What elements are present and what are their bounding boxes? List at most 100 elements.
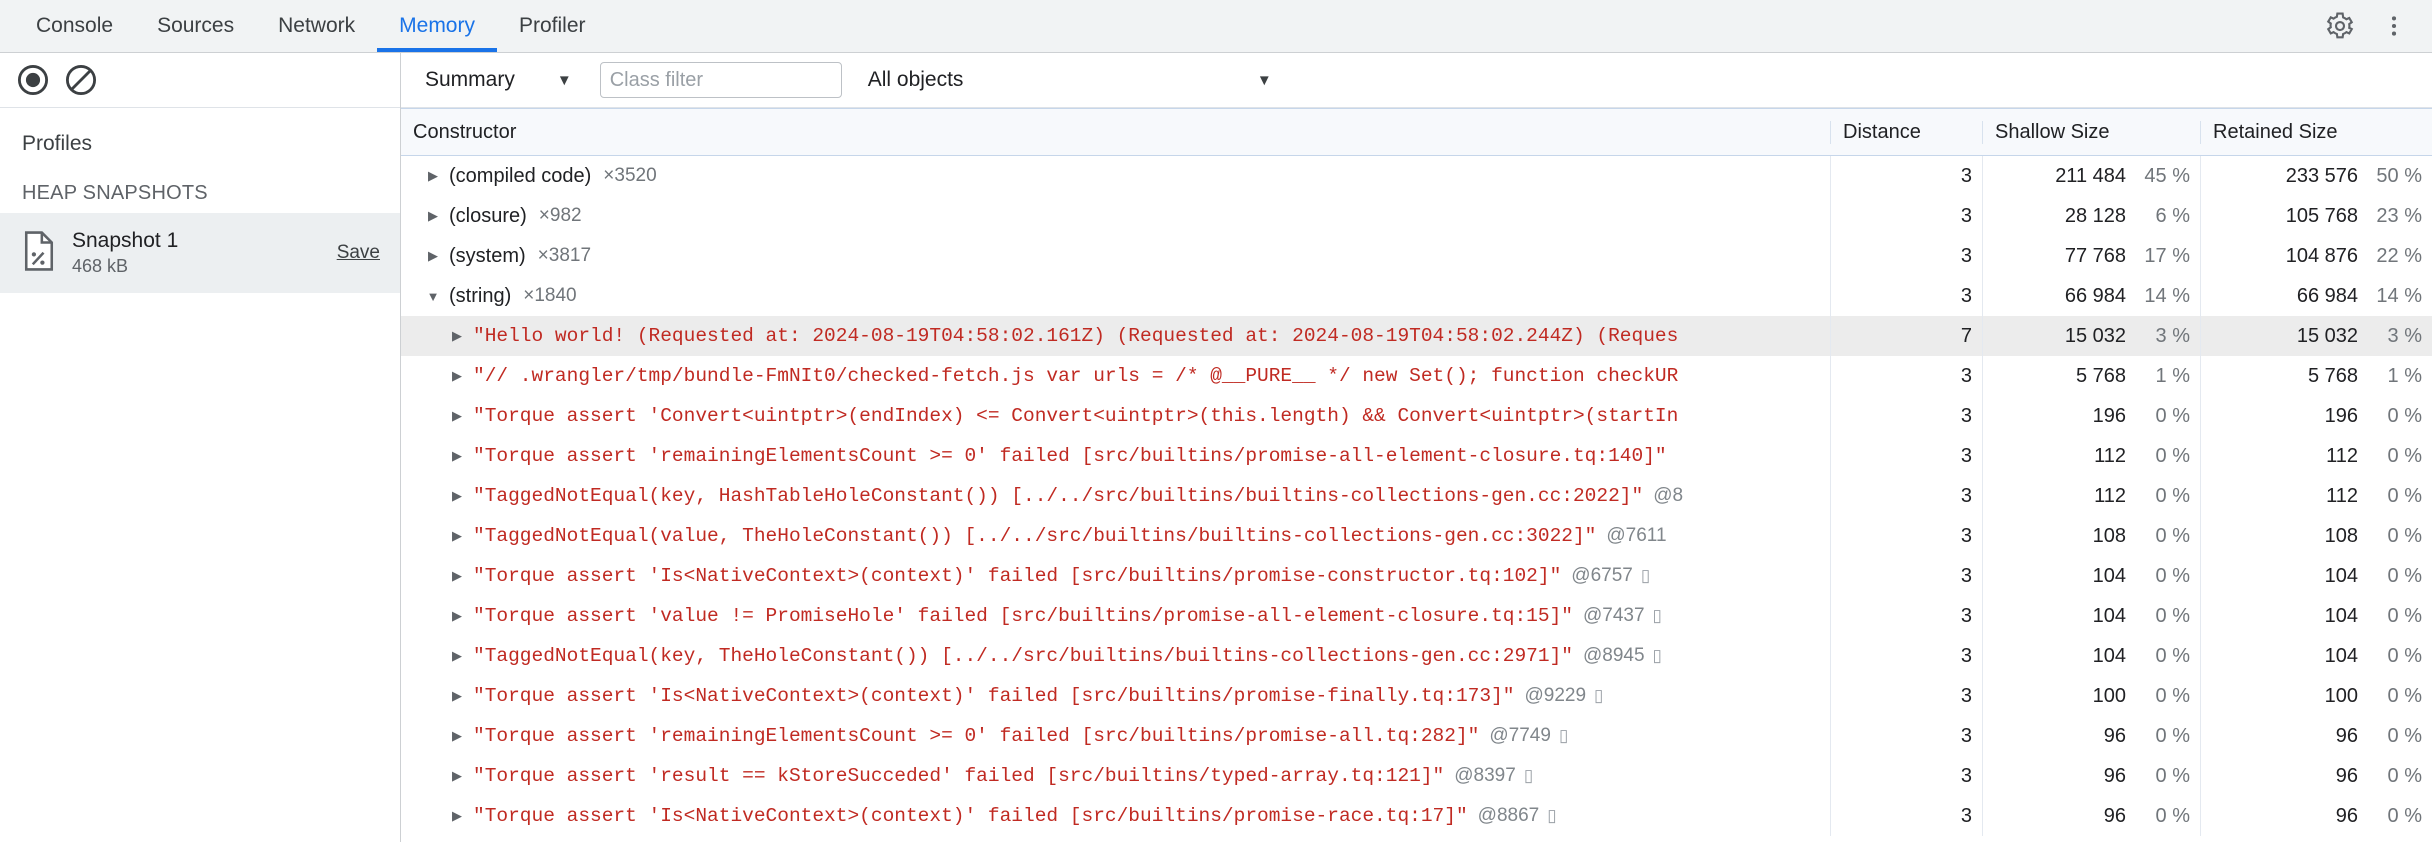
constructor-name: (compiled code) [449,165,591,188]
cell-retained-size: 15 0323 % [2200,316,2432,356]
tab-console[interactable]: Console [14,0,135,52]
chevron-right-icon[interactable]: ▶ [423,168,443,184]
retained-size-value: 108 [2262,525,2358,548]
shallow-size-percent: 0 % [2126,525,2190,548]
shallow-size-value: 96 [2030,725,2126,748]
table-row[interactable]: ▶"Torque assert 'Convert<uintptr>(endInd… [401,396,2432,436]
table-row[interactable]: ▶"Hello world! (Requested at: 2024-08-19… [401,316,2432,356]
shallow-size-value: 104 [2030,645,2126,668]
shallow-size-percent: 17 % [2126,245,2190,268]
chevron-right-icon[interactable]: ▶ [447,648,467,664]
table-row[interactable]: ▶ "TaggedNotEqual(key, TheHoleConstant())… [401,636,2432,676]
sidebar-item-snapshot-1[interactable]: Snapshot 1 468 kB Save [0,213,400,293]
chevron-right-icon[interactable]: ▶ [447,448,467,464]
cell-retained-size: 1040 % [2200,596,2432,636]
chevron-right-icon[interactable]: ▶ [447,808,467,824]
retained-size-percent: 0 % [2358,525,2422,548]
constructor-count: ×1840 [523,285,576,307]
cell-constructor: ▶"Torque assert 'Convert<uintptr>(endInd… [401,396,1830,436]
missing-glyph-box-icon: ▯ [1524,766,1533,786]
tab-network[interactable]: Network [256,0,377,52]
object-id: @8945 [1583,645,1645,667]
cell-shallow-size: 960 % [1982,756,2200,796]
constructor-count: ×3520 [603,165,656,187]
column-header-shallow-size[interactable]: Shallow Size [1982,121,2200,144]
retained-size-value: 112 [2262,485,2358,508]
tab-memory[interactable]: Memory [377,0,497,52]
string-value: "TaggedNotEqual(key, TheHoleConstant()) … [473,645,1573,667]
cell-shallow-size: 1080 % [1982,516,2200,556]
table-row[interactable]: ▶"// .wrangler/tmp/bundle-FmNIt0/checked… [401,356,2432,396]
chevron-right-icon[interactable]: ▶ [447,368,467,384]
shallow-size-percent: 0 % [2126,405,2190,428]
table-row[interactable]: ▶"TaggedNotEqual(key, HashTableHoleConst… [401,476,2432,516]
memory-toolbar: Summary ▼ All objects ▼ [401,53,2432,108]
tab-sources[interactable]: Sources [135,0,256,52]
chevron-right-icon[interactable]: ▶ [447,328,467,344]
retained-size-percent: 0 % [2358,725,2422,748]
table-row[interactable]: ▶(system)×3817377 76817 %104 87622 % [401,236,2432,276]
table-row[interactable]: ▼(string)×1840366 98414 %66 98414 % [401,276,2432,316]
constructor-count: ×982 [539,205,582,227]
chevron-right-icon[interactable]: ▶ [423,248,443,264]
retained-size-value: 100 [2262,685,2358,708]
table-row[interactable]: ▶"Torque assert 'remainingElementsCount … [401,716,2432,756]
shallow-size-value: 96 [2030,765,2126,788]
object-id: @7749 [1489,725,1551,747]
tab-profiler[interactable]: Profiler [497,0,608,52]
cell-shallow-size: 211 48445 % [1982,156,2200,196]
shallow-size-percent: 0 % [2126,725,2190,748]
string-value: "Torque assert 'Is<NativeContext>(contex… [473,805,1468,827]
cell-distance: 3 [1830,436,1982,476]
retained-size-value: 233 576 [2262,165,2358,188]
chevron-right-icon[interactable]: ▶ [447,408,467,424]
cell-retained-size: 105 76823 % [2200,196,2432,236]
object-scope-select[interactable]: All objects ▼ [856,60,1286,100]
table-row[interactable]: ▶"Torque assert 'remainingElementsCount … [401,436,2432,476]
clear-prohibited-icon[interactable] [64,63,98,97]
gear-icon[interactable] [2320,6,2360,46]
chevron-right-icon[interactable]: ▶ [423,208,443,224]
chevron-right-icon[interactable]: ▶ [447,568,467,584]
cell-distance: 3 [1830,596,1982,636]
chevron-down-icon[interactable]: ▼ [423,289,443,304]
table-row[interactable]: ▶"Torque assert 'result == kStoreSuccede… [401,756,2432,796]
chevron-right-icon[interactable]: ▶ [447,728,467,744]
column-header-retained-size[interactable]: Retained Size [2200,121,2432,144]
chevron-right-icon[interactable]: ▶ [447,528,467,544]
cell-constructor: ▶"Torque assert 'remainingElementsCount … [401,716,1830,756]
kebab-menu-icon[interactable] [2374,6,2414,46]
chevron-right-icon[interactable]: ▶ [447,688,467,704]
column-header-constructor[interactable]: Constructor [401,121,1830,144]
shallow-size-percent: 0 % [2126,445,2190,468]
table-row[interactable]: ▶"TaggedNotEqual(value, TheHoleConstant(… [401,516,2432,556]
chevron-right-icon[interactable]: ▶ [447,488,467,504]
chevron-right-icon[interactable]: ▶ [447,768,467,784]
view-mode-select[interactable]: Summary ▼ [413,60,586,100]
table-row[interactable]: ▶"Torque assert 'Is<NativeContext>(conte… [401,556,2432,596]
save-snapshot-link[interactable]: Save [337,242,384,264]
panel-body: Profiles HEAP SNAPSHOTS Snapshot 1 468 k… [0,53,2432,842]
table-row[interactable]: ▶ "Torque assert 'Is<NativeContext>(conte… [401,796,2432,836]
table-row[interactable]: ▶(closure)×982328 1286 %105 76823 % [401,196,2432,236]
sidebar-profiles-label[interactable]: Profiles [0,108,400,162]
cell-shallow-size: 66 98414 % [1982,276,2200,316]
table-row[interactable]: ▶(compiled code)×35203211 48445 %233 576… [401,156,2432,196]
shallow-size-percent: 45 % [2126,165,2190,188]
retained-size-value: 96 [2262,805,2358,828]
cell-distance: 3 [1830,196,1982,236]
object-id: @7437 [1583,605,1645,627]
cell-distance: 3 [1830,556,1982,596]
cell-constructor: ▶"Hello world! (Requested at: 2024-08-19… [401,316,1830,356]
cell-shallow-size: 1960 % [1982,396,2200,436]
constructor-name: (system) [449,245,526,268]
shallow-size-value: 100 [2030,685,2126,708]
column-header-distance[interactable]: Distance [1830,121,1982,144]
chevron-right-icon[interactable]: ▶ [447,608,467,624]
cell-retained-size: 1000 % [2200,676,2432,716]
table-row[interactable]: ▶"Torque assert 'Is<NativeContext>(conte… [401,676,2432,716]
shallow-size-value: 196 [2030,405,2126,428]
record-circle-icon[interactable] [16,63,50,97]
table-row[interactable]: ▶"Torque assert 'value != PromiseHole' f… [401,596,2432,636]
class-filter-input[interactable] [600,62,842,98]
